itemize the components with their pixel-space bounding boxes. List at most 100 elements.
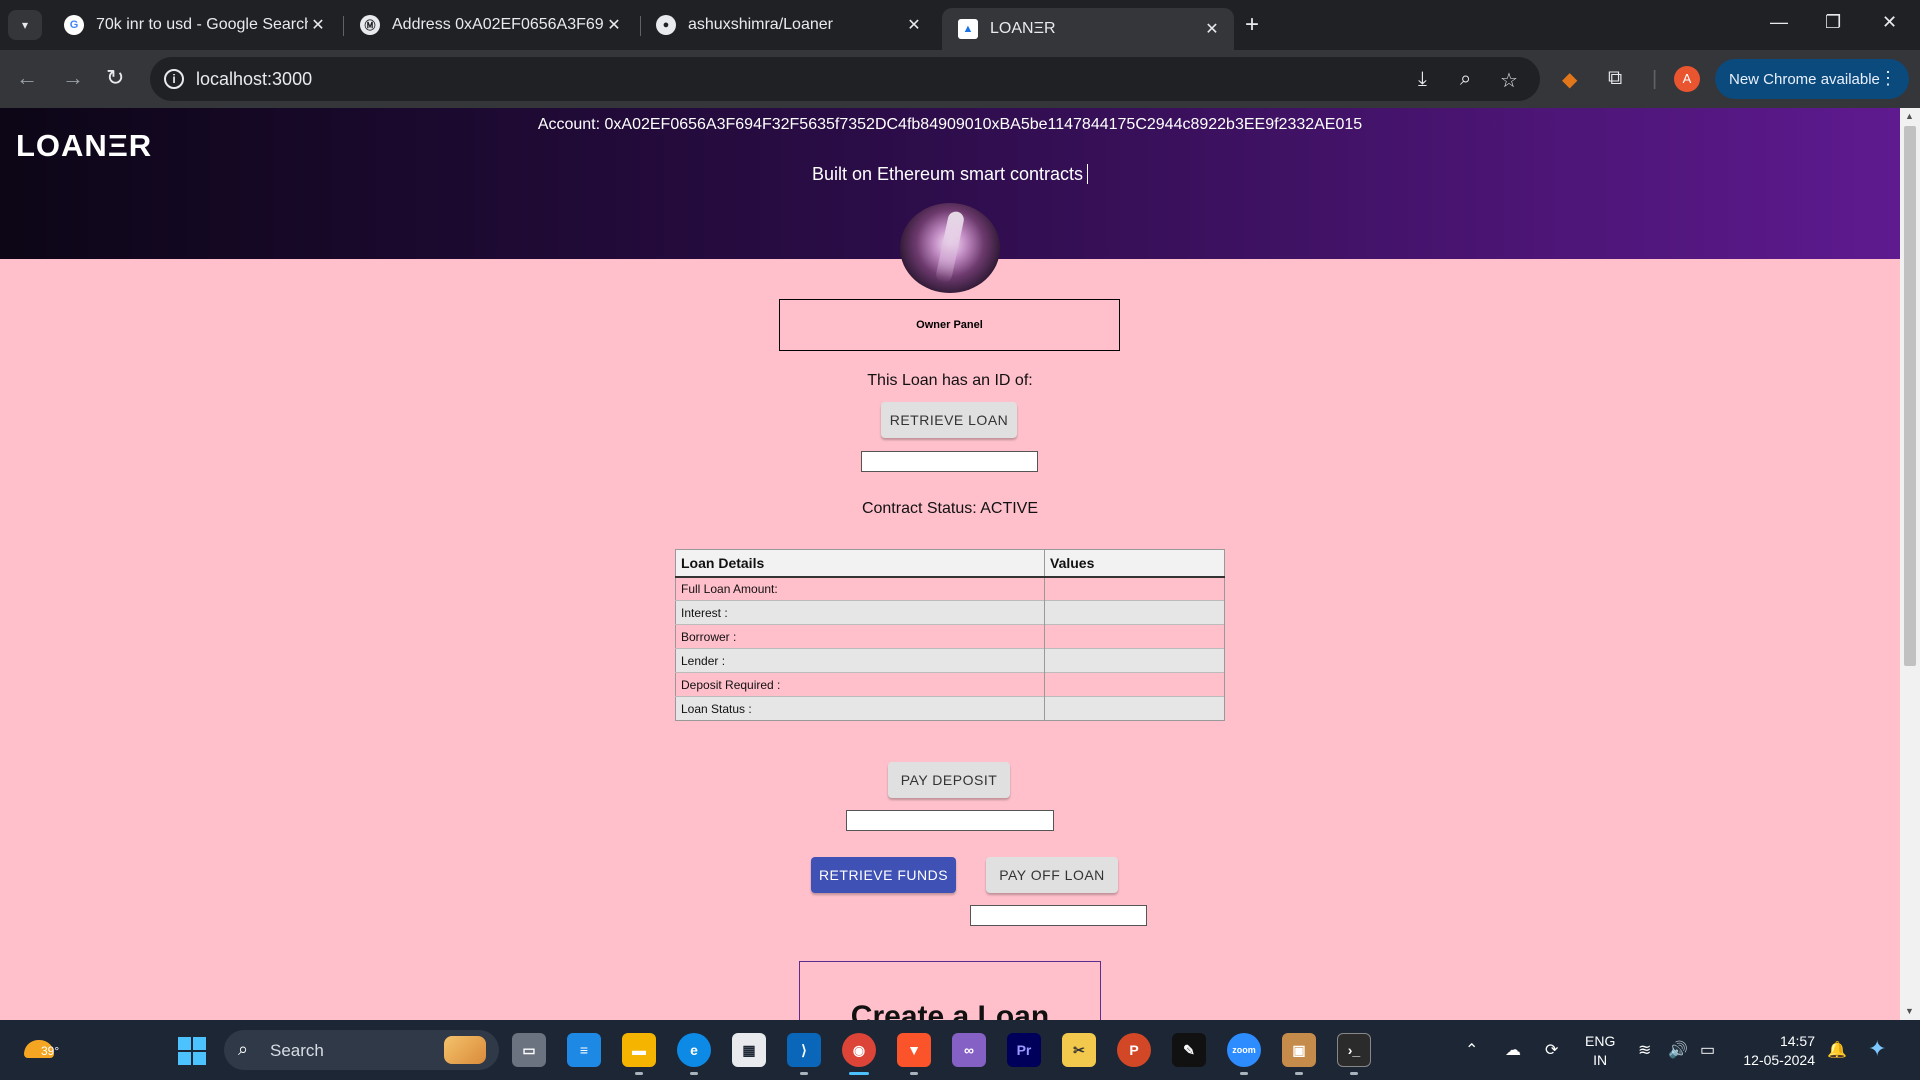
visual-studio-icon[interactable]: ∞ bbox=[952, 1033, 986, 1067]
tab-title: 70k inr to usd - Google Search bbox=[96, 16, 308, 33]
writing-app-icon[interactable]: ✎ bbox=[1172, 1033, 1206, 1067]
notification-bell-icon[interactable]: 🔔 bbox=[1827, 1040, 1847, 1060]
brave-icon[interactable]: ▼ bbox=[897, 1033, 931, 1067]
restore-button[interactable]: ❐ bbox=[1825, 12, 1841, 33]
etherscan-icon: Ⓜ bbox=[360, 15, 380, 35]
retrieve-loan-button[interactable]: Retrieve Loan bbox=[881, 402, 1017, 438]
row-label: Loan Status : bbox=[675, 696, 1045, 721]
taskbar-search[interactable]: ⌕ Search bbox=[224, 1030, 499, 1070]
profile-image bbox=[900, 203, 1000, 293]
zoom-app-icon[interactable]: zoom bbox=[1227, 1033, 1261, 1067]
tagline-text: Built on Ethereum smart contracts bbox=[811, 164, 1084, 184]
clock-time: 14:57 bbox=[1779, 1033, 1815, 1049]
store-icon[interactable]: ▦ bbox=[732, 1033, 766, 1067]
start-tile bbox=[178, 1037, 191, 1050]
install-app-icon[interactable]: ⤓ bbox=[1418, 68, 1427, 91]
snipping-tool-icon[interactable]: ✂ bbox=[1062, 1033, 1096, 1067]
running-indicator bbox=[635, 1072, 643, 1075]
volume-icon[interactable]: 🔊 bbox=[1668, 1040, 1688, 1060]
row-label: Borrower : bbox=[675, 624, 1045, 649]
sync-icon[interactable]: ⟳ bbox=[1545, 1040, 1558, 1060]
new-tab-button[interactable]: + bbox=[1245, 12, 1259, 38]
tab-title: Address 0xA02EF0656A3F694F3 bbox=[392, 16, 604, 33]
chrome-update-button[interactable]: New Chrome available ⋮ bbox=[1715, 59, 1909, 99]
scroll-thumb[interactable] bbox=[1904, 126, 1916, 666]
tab-title: LOANΞR bbox=[990, 20, 1056, 37]
start-button[interactable] bbox=[178, 1037, 206, 1065]
extensions-puzzle-icon[interactable]: ⧉ bbox=[1608, 67, 1622, 90]
tagline: Built on Ethereum smart contracts bbox=[0, 164, 1900, 185]
row-value bbox=[1044, 672, 1225, 697]
bookmark-star-icon[interactable]: ☆ bbox=[1500, 68, 1518, 93]
retrieve-funds-button[interactable]: Retrieve Funds bbox=[811, 857, 956, 893]
pay-off-input[interactable] bbox=[970, 905, 1147, 926]
close-window-button[interactable]: ✕ bbox=[1882, 12, 1897, 33]
zoom-icon[interactable]: ⌕ bbox=[1460, 68, 1471, 91]
notepad-icon[interactable]: ≡ bbox=[567, 1033, 601, 1067]
site-info-icon[interactable]: i bbox=[164, 69, 184, 89]
reload-icon[interactable]: ↻ bbox=[106, 66, 124, 90]
more-menu-icon: ⋮ bbox=[1879, 68, 1897, 88]
back-icon[interactable]: ← bbox=[16, 66, 38, 90]
active-app-indicator bbox=[849, 1072, 869, 1075]
owner-panel-button[interactable]: Owner Panel bbox=[779, 299, 1120, 351]
battery-icon[interactable]: ▭ bbox=[1700, 1040, 1715, 1060]
task-view-icon[interactable]: ▭ bbox=[512, 1033, 546, 1067]
onedrive-icon[interactable]: ☁ bbox=[1505, 1040, 1521, 1060]
typing-cursor bbox=[1087, 164, 1089, 184]
pay-deposit-button[interactable]: Pay Deposit bbox=[888, 762, 1010, 798]
account-address: Account: 0xA02EF0656A3F694F32F5635f7352D… bbox=[537, 116, 1363, 133]
wifi-icon[interactable]: ≋ bbox=[1638, 1040, 1651, 1060]
deposit-input[interactable] bbox=[846, 810, 1054, 831]
vscode-icon[interactable]: ⟩ bbox=[787, 1033, 821, 1067]
tab-etherscan[interactable]: Ⓜ Address 0xA02EF0656A3F694F3 ✕ bbox=[344, 8, 636, 42]
tab-loaner[interactable]: ▲ LOANΞR ✕ bbox=[942, 8, 1234, 50]
loan-id-text: This Loan has an ID of: bbox=[867, 372, 1033, 389]
column-header: Values bbox=[1044, 549, 1225, 578]
close-tab-icon[interactable]: ✕ bbox=[904, 15, 924, 35]
tab-search-button[interactable]: ▾ bbox=[8, 10, 42, 40]
language-indicator[interactable]: ENG IN bbox=[1585, 1032, 1615, 1070]
page-scrollbar[interactable]: ▲ ▼ bbox=[1900, 108, 1920, 1020]
copilot-icon[interactable]: ✦ bbox=[1868, 1036, 1886, 1062]
premiere-icon[interactable]: Pr bbox=[1007, 1033, 1041, 1067]
temperature: 39° bbox=[41, 1044, 60, 1058]
table-row: Deposit Required : bbox=[675, 672, 1225, 697]
url-text[interactable]: localhost:3000 bbox=[196, 69, 312, 90]
metamask-extension-icon[interactable]: ◆ bbox=[1562, 67, 1577, 92]
loan-id-input[interactable] bbox=[861, 451, 1038, 472]
edge-icon[interactable]: e bbox=[677, 1033, 711, 1067]
browser-tab-strip: ▾ G 70k inr to usd - Google Search ✕ Ⓜ A… bbox=[0, 0, 1920, 50]
close-tab-icon[interactable]: ✕ bbox=[308, 15, 328, 35]
toolbar-divider: | bbox=[1652, 68, 1658, 90]
system-clock[interactable]: 14:57 12-05-2024 bbox=[1735, 1032, 1815, 1070]
start-tile bbox=[193, 1037, 206, 1050]
tab-title: ashuxshimra/Loaner bbox=[688, 16, 833, 33]
file-explorer-icon[interactable]: ▬ bbox=[622, 1033, 656, 1067]
pay-off-loan-button[interactable]: Pay Off Loan bbox=[986, 857, 1118, 893]
search-highlight-image bbox=[444, 1036, 486, 1064]
address-bar[interactable]: i localhost:3000 ⤓ ⌕ ☆ bbox=[150, 57, 1540, 101]
close-tab-icon[interactable]: ✕ bbox=[1202, 19, 1222, 39]
powerpoint-icon[interactable]: P bbox=[1117, 1033, 1151, 1067]
terminal-icon[interactable]: ›_ bbox=[1337, 1033, 1371, 1067]
minimize-button[interactable]: — bbox=[1770, 12, 1788, 33]
package-icon[interactable]: ▣ bbox=[1282, 1033, 1316, 1067]
chrome-icon[interactable]: ◉ bbox=[842, 1033, 876, 1067]
scroll-down-icon[interactable]: ▼ bbox=[1905, 1006, 1914, 1016]
weather-widget[interactable]: 39° bbox=[24, 1032, 60, 1066]
close-tab-icon[interactable]: ✕ bbox=[604, 15, 624, 35]
tab-google-search[interactable]: G 70k inr to usd - Google Search ✕ bbox=[48, 8, 340, 42]
tab-github[interactable]: ● ashuxshimra/Loaner ✕ bbox=[640, 8, 936, 42]
scroll-up-icon[interactable]: ▲ bbox=[1905, 111, 1914, 121]
profile-avatar[interactable]: A bbox=[1674, 66, 1700, 92]
forward-icon[interactable]: → bbox=[62, 66, 84, 90]
row-label: Interest : bbox=[675, 600, 1045, 625]
row-value bbox=[1044, 624, 1225, 649]
windows-taskbar: 39° ⌕ Search ▭ ≡ ▬ e ▦ ⟩ ◉ ▼ ∞ Pr ✂ P ✎ … bbox=[0, 1020, 1920, 1080]
chevron-down-icon: ▾ bbox=[21, 18, 29, 32]
show-hidden-icons-icon[interactable]: ⌃ bbox=[1465, 1040, 1478, 1060]
running-indicator bbox=[690, 1072, 698, 1075]
running-indicator bbox=[1295, 1072, 1303, 1075]
table-header-row: Loan Details Values bbox=[675, 549, 1225, 578]
